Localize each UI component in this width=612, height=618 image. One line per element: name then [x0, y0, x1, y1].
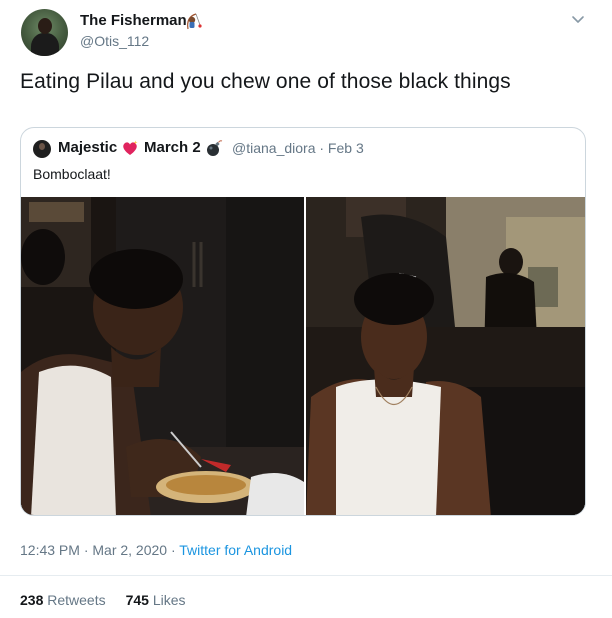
- photo-right-drawing: RE: [306, 197, 585, 515]
- tweet-stats: 238 Retweets 745 Likes: [20, 592, 186, 608]
- quoted-author-avatar[interactable]: [33, 140, 51, 158]
- author-avatar[interactable]: [21, 9, 68, 56]
- quoted-author-name-part1[interactable]: Majestic: [58, 139, 117, 156]
- photo-left-drawing: [21, 197, 304, 515]
- retweets-count: 238: [20, 592, 44, 608]
- sparkling-heart-emoji-icon: [123, 140, 138, 155]
- quoted-tweet-text: Bomboclaat!: [33, 166, 111, 182]
- likes-count: 745: [125, 592, 149, 608]
- likes-stat[interactable]: 745 Likes: [126, 592, 186, 608]
- retweets-stat[interactable]: 238 Retweets: [20, 592, 106, 608]
- quoted-photo-right[interactable]: RE: [306, 197, 585, 515]
- likes-label: Likes: [152, 592, 186, 608]
- retweets-label: Retweets: [47, 592, 106, 608]
- tweet-source-link[interactable]: Twitter for Android: [179, 542, 292, 558]
- fisherman-emoji-icon: [187, 13, 202, 30]
- author-handle[interactable]: @Otis_112: [80, 33, 149, 49]
- quoted-author-handle-date[interactable]: @tiana_diora · Feb 3: [232, 140, 364, 156]
- bomb-emoji-icon: [207, 140, 223, 156]
- quoted-tweet[interactable]: Majestic March 2 @tiana_diora · Feb 3 Bo…: [20, 127, 586, 516]
- tweet-card: The Fisherman @Otis_112 Eating Pilau and…: [0, 0, 612, 618]
- tweet-text: Eating Pilau and you chew one of those b…: [20, 70, 511, 93]
- quoted-photo-left[interactable]: [21, 197, 304, 515]
- chevron-down-icon[interactable]: [571, 15, 585, 25]
- quoted-author-name-part2[interactable]: March 2: [144, 139, 201, 156]
- divider: [0, 575, 612, 576]
- tweet-timestamp[interactable]: 12:43 PM · Mar 2, 2020 ·: [20, 542, 179, 558]
- author-name[interactable]: The Fisherman: [80, 12, 187, 29]
- tweet-meta: 12:43 PM · Mar 2, 2020 · Twitter for And…: [20, 542, 292, 558]
